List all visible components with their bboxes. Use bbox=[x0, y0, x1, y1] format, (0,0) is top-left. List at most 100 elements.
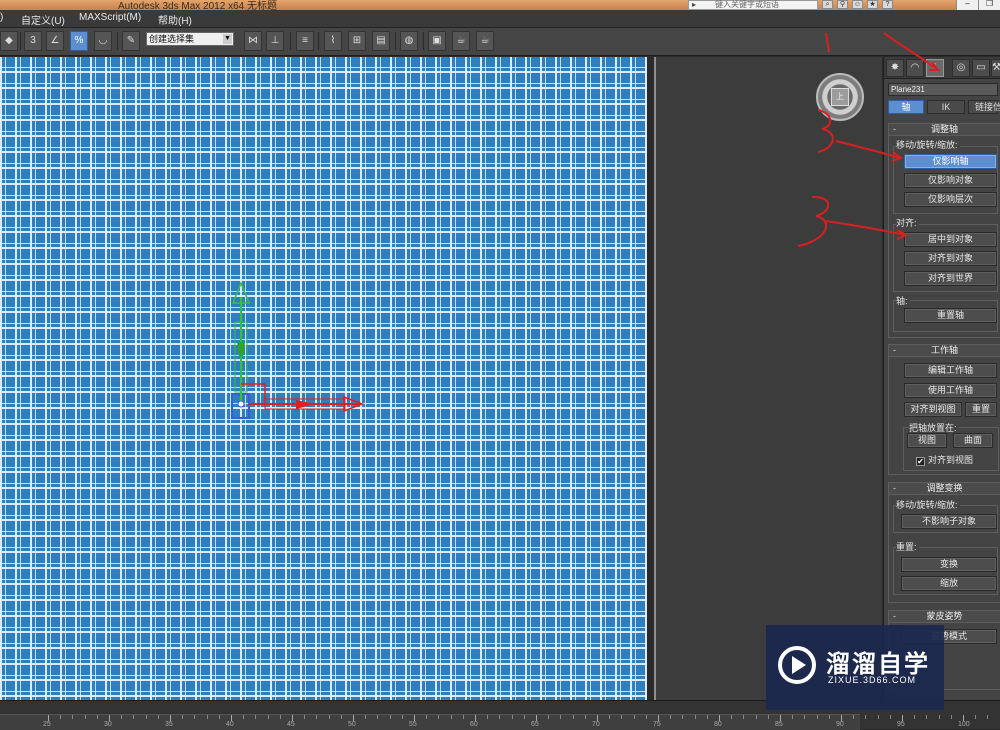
render-production-icon[interactable]: ☕ bbox=[452, 31, 470, 51]
align-to-view-button[interactable]: 对齐到视图 bbox=[904, 402, 962, 417]
key-icon[interactable]: ⚲ bbox=[837, 0, 848, 9]
edit-named-selection-icon[interactable]: ✎ bbox=[122, 31, 140, 51]
object-name-field[interactable]: Plane231 bbox=[888, 83, 998, 96]
move-group-label: 移动/旋转/缩放: bbox=[896, 138, 960, 151]
help-icon[interactable]: ? bbox=[882, 0, 893, 9]
rendered-frame-icon[interactable]: ▣ bbox=[428, 31, 446, 51]
search-input[interactable]: ▸ 键入关键字或短语 bbox=[688, 0, 818, 10]
window-controls: – ❐ bbox=[956, 0, 1000, 10]
perspective-viewport[interactable] bbox=[0, 57, 647, 700]
select-object-icon[interactable]: ◆ bbox=[0, 31, 18, 51]
edit-working-pivot-button[interactable]: 编辑工作轴 bbox=[904, 363, 997, 378]
motion-tab-icon[interactable]: ◎ bbox=[952, 59, 970, 77]
ruler-minor-tick bbox=[695, 715, 696, 719]
align-icon[interactable]: ⊥ bbox=[266, 31, 284, 51]
ruler-minor-tick bbox=[268, 715, 269, 719]
command-panel: ✸ ◠ ⊥ ◎ ▭ ⚒ Plane231 轴 IK 链接信 -调整轴 移动/旋转… bbox=[883, 57, 1000, 700]
working-pivot-header[interactable]: -工作轴 bbox=[889, 345, 1000, 357]
schematic-view-icon[interactable]: ⊞ bbox=[348, 31, 366, 51]
search-dropdown-icon[interactable]: ▸ bbox=[692, 1, 696, 9]
display-tab-icon[interactable]: ▭ bbox=[972, 59, 990, 77]
watermark: 溜溜自学 ZIXUE.3D66.COM bbox=[766, 625, 944, 710]
menu-customize[interactable]: 自定义(U) bbox=[21, 12, 65, 27]
star-icon[interactable]: ★ bbox=[867, 0, 878, 9]
user-icon[interactable]: ☺ bbox=[852, 0, 863, 9]
hierarchy-tab-icon[interactable]: ⊥ bbox=[926, 59, 944, 77]
align-to-world-button[interactable]: 对齐到世界 bbox=[904, 271, 997, 286]
ruler-minor-tick bbox=[243, 715, 244, 719]
spinner-snap-icon[interactable]: ◡ bbox=[94, 31, 112, 51]
use-working-pivot-button[interactable]: 使用工作轴 bbox=[904, 383, 997, 398]
affect-object-only-button[interactable]: 仅影响对象 bbox=[904, 173, 997, 188]
mirror-icon[interactable]: ⋈ bbox=[244, 31, 262, 51]
pivot-point[interactable] bbox=[238, 401, 244, 407]
tab-link-info[interactable]: 链接信 bbox=[968, 100, 998, 114]
ruler-frame-label: 80 bbox=[714, 721, 722, 728]
play-icon bbox=[792, 656, 806, 674]
ruler-minor-tick bbox=[585, 715, 586, 719]
ruler-minor-tick bbox=[975, 715, 976, 719]
viewcube-label: 上 bbox=[836, 92, 844, 101]
toolbar-separator bbox=[290, 32, 291, 50]
secondary-viewport[interactable]: 上 bbox=[656, 57, 882, 700]
minimize-icon[interactable]: – bbox=[956, 0, 978, 10]
affect-pivot-only-button[interactable]: 仅影响轴 bbox=[904, 154, 997, 169]
reset-pivot-button[interactable]: 重置轴 bbox=[904, 308, 997, 323]
ruler-minor-tick bbox=[182, 715, 183, 719]
ruler-minor-tick bbox=[316, 715, 317, 719]
snap-label: 3 bbox=[30, 35, 36, 46]
ruler-frame-label: 90 bbox=[836, 721, 844, 728]
ruler-minor-tick bbox=[768, 715, 769, 719]
selection-set-dropdown[interactable]: 创建选择集 ▼ bbox=[146, 32, 234, 46]
viewcube[interactable]: 上 bbox=[831, 88, 849, 106]
selection-set-value: 创建选择集 bbox=[149, 34, 194, 44]
tab-ik[interactable]: IK bbox=[927, 100, 965, 114]
ruler-minor-tick bbox=[914, 715, 915, 719]
ruler-minor-tick bbox=[133, 715, 134, 719]
track-bar-ruler[interactable]: 253035404550556065707580859095100 bbox=[0, 714, 860, 730]
ruler-minor-tick bbox=[60, 715, 61, 719]
material-editor-icon[interactable]: ▤ bbox=[372, 31, 390, 51]
menu-bar: ) 自定义(U) MAXScript(M) 帮助(H) bbox=[0, 10, 1000, 28]
modify-tab-icon[interactable]: ◠ bbox=[906, 59, 924, 77]
affect-hierarchy-only-button[interactable]: 仅影响层次 bbox=[904, 192, 997, 207]
menu-help[interactable]: 帮助(H) bbox=[158, 12, 192, 27]
ruler-minor-tick bbox=[926, 715, 927, 719]
menu-maxscript[interactable]: MAXScript(M) bbox=[79, 12, 141, 23]
create-tab-icon[interactable]: ✸ bbox=[886, 59, 904, 77]
align-to-view-checkbox[interactable]: ✔对齐到视图 bbox=[916, 453, 973, 466]
adjust-pivot-header[interactable]: -调整轴 bbox=[889, 124, 1000, 136]
reset-scale-button[interactable]: 缩放 bbox=[901, 576, 997, 591]
reset-working-pivot-button[interactable]: 重置 bbox=[965, 402, 997, 417]
skin-pose-header[interactable]: -蒙皮姿势 bbox=[889, 611, 1000, 623]
infocenter-icons: ⌕ ⚲ ☺ ★ ? bbox=[822, 0, 893, 10]
angle-snap-icon[interactable]: ∠ bbox=[46, 31, 64, 51]
viewcube-ring[interactable]: 上 bbox=[816, 73, 864, 121]
ruler-minor-tick bbox=[548, 715, 549, 719]
move-gizmo[interactable] bbox=[0, 57, 647, 700]
percent-snap-button[interactable]: % bbox=[70, 31, 88, 51]
render-setup-icon[interactable]: ◍ bbox=[400, 31, 418, 51]
snap-toggle-button[interactable]: 3 bbox=[24, 31, 42, 51]
ruler-minor-tick bbox=[463, 715, 464, 719]
dropdown-arrow-icon: ▼ bbox=[223, 34, 232, 44]
align-group-label: 对齐: bbox=[896, 216, 919, 229]
curve-editor-icon[interactable]: ⌇ bbox=[324, 31, 342, 51]
utilities-tab-icon[interactable]: ⚒ bbox=[991, 59, 1000, 77]
working-pivot-rollout: -工作轴 编辑工作轴 使用工作轴 对齐到视图 重置 把轴放置在: 视图 曲面 ✔… bbox=[888, 344, 1000, 475]
align-to-object-button[interactable]: 对齐到对象 bbox=[904, 251, 997, 266]
place-on-surface-button[interactable]: 曲面 bbox=[953, 433, 993, 448]
tab-pivot[interactable]: 轴 bbox=[888, 100, 924, 114]
binoculars-icon[interactable]: ⌕ bbox=[822, 0, 833, 9]
adjust-transform-header[interactable]: -调整变换 bbox=[889, 483, 1000, 495]
ruler-minor-tick bbox=[731, 715, 732, 719]
dont-affect-children-button[interactable]: 不影响子对象 bbox=[901, 514, 997, 529]
layer-manager-icon[interactable]: ≡ bbox=[296, 31, 314, 51]
center-to-object-button[interactable]: 居中到对象 bbox=[904, 232, 997, 247]
render-iterative-icon[interactable]: ☕ bbox=[476, 31, 494, 51]
reset-transform-button[interactable]: 变换 bbox=[901, 557, 997, 572]
title-bar: Autodesk 3ds Max 2012 x64 无标题 ▸ 键入关键字或短语… bbox=[0, 0, 1000, 10]
x-axis-cone bbox=[296, 400, 315, 409]
restore-icon[interactable]: ❐ bbox=[978, 0, 1000, 10]
place-on-view-button[interactable]: 视图 bbox=[907, 433, 947, 448]
